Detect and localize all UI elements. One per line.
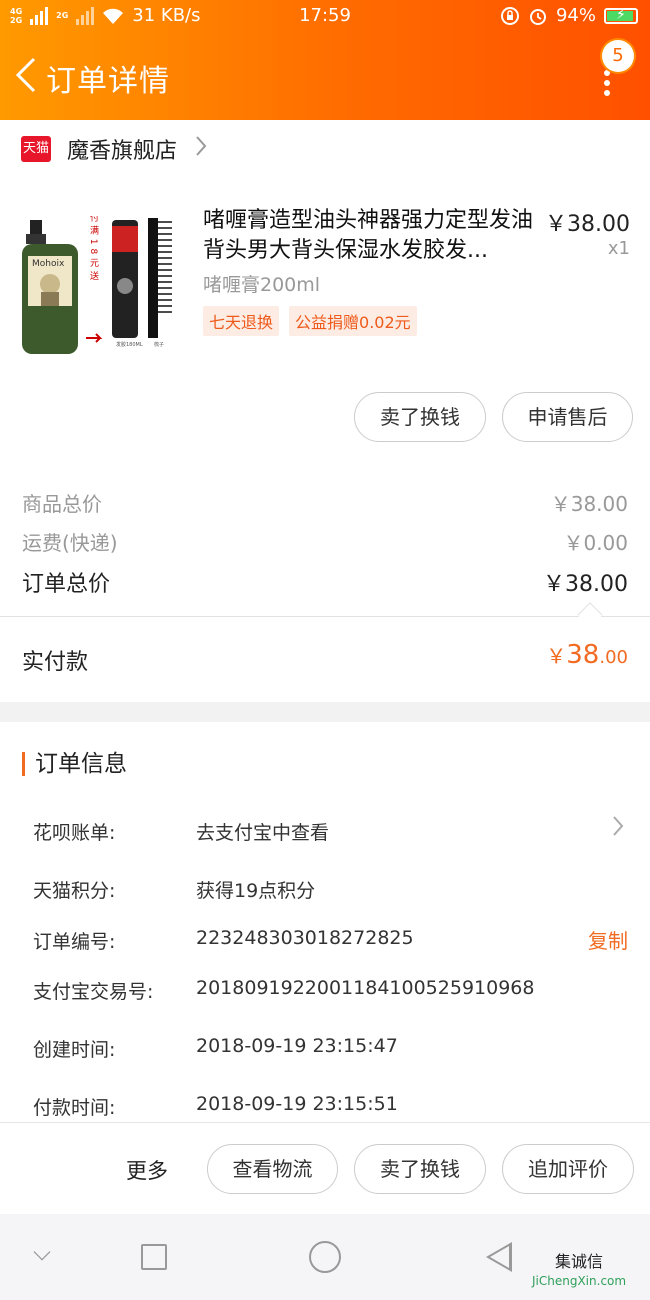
svg-text:实付满18元送: 实付满18元送 — [88, 216, 99, 284]
service-tags: 七天退换 公益捐赠0.02元 — [203, 306, 417, 336]
goods-total-label: 商品总价 — [22, 492, 102, 516]
order-number-label: 订单编号: — [33, 931, 116, 953]
huabei-label: 花呗账单: — [33, 822, 116, 844]
order-total-value: ￥38.00 — [543, 572, 628, 597]
paid-time-label: 付款时间: — [33, 1097, 116, 1119]
order-number-value: 223248303018272825 — [196, 927, 414, 949]
recent-apps-icon[interactable] — [141, 1244, 167, 1270]
caret-up-icon — [577, 602, 603, 628]
shop-row[interactable]: 天猫 魔香旗舰店 — [0, 120, 650, 178]
huabei-value[interactable]: 去支付宝中查看 — [196, 818, 329, 845]
bottom-action-bar: 更多 查看物流 卖了换钱 追加评价 — [0, 1122, 650, 1214]
battery-icon: ⚡ — [604, 7, 638, 24]
product-price: ￥38.00 — [545, 212, 630, 237]
divider — [0, 616, 650, 617]
goods-total-value: ￥38.00 — [550, 492, 628, 516]
alarm-icon — [529, 8, 546, 25]
more-menu-icon[interactable] — [600, 70, 614, 96]
hide-nav-icon[interactable] — [33, 1243, 51, 1261]
battery-percent: 94% — [555, 5, 596, 26]
status-bar: 4G 2G 2G 31 KB/s 17:59 94% ⚡ — [0, 0, 650, 34]
product-thumbnail[interactable]: Mohoix 实付满18元送 发胶180ML 梳子 — [20, 216, 190, 356]
chevron-right-icon[interactable] — [612, 814, 624, 844]
tmall-icon: 天猫 — [21, 136, 51, 162]
order-total-label: 订单总价 — [22, 572, 111, 597]
promo-label: 实付满18元送 — [88, 216, 99, 284]
created-time-value: 2018-09-19 23:15:47 — [196, 1035, 398, 1057]
logistics-button[interactable]: 查看物流 — [207, 1144, 338, 1194]
product-sku: 啫喱膏200ml — [203, 274, 321, 296]
app-header: 4G 2G 2G 31 KB/s 17:59 94% ⚡ 订单详情 5 — [0, 0, 650, 120]
created-time-label: 创建时间: — [33, 1039, 116, 1061]
points-label: 天猫积分: — [33, 880, 116, 902]
return-tag: 七天退换 — [203, 306, 280, 336]
paid-amount: ￥38.00 — [546, 640, 628, 670]
status-right: 94% ⚡ — [500, 5, 638, 26]
chevron-right-icon — [195, 134, 207, 164]
page-title: 订单详情 — [46, 64, 170, 99]
shop-name[interactable]: 魔香旗舰店 — [67, 133, 177, 165]
product-qty: x1 — [607, 238, 630, 259]
sell-button-bottom[interactable]: 卖了换钱 — [354, 1144, 486, 1194]
alipay-trade-label: 支付宝交易号: — [33, 981, 154, 1003]
message-badge[interactable]: 5 — [602, 40, 634, 72]
order-info-heading: 订单信息 — [22, 752, 127, 776]
back-arrow-icon[interactable] — [14, 56, 38, 100]
alipay-trade-value: 2018091922001184100525910968 — [196, 977, 535, 999]
paid-label: 实付款 — [22, 650, 89, 675]
review-button[interactable]: 追加评价 — [502, 1144, 634, 1194]
product-title[interactable]: 啫喱膏造型油头神器强力定型发油背头男大背头保湿水发胶发... — [203, 206, 533, 266]
order-card: 天猫 魔香旗舰店 Mohoix 实付满18元送 发胶180ML 梳子 啫喱膏造型… — [0, 120, 650, 702]
comb-label: 梳子 — [154, 341, 164, 348]
shipping-value: ￥0.00 — [563, 531, 628, 555]
rotation-lock-icon — [500, 6, 519, 25]
brand-label: Mohoix — [32, 259, 65, 269]
points-value: 获得19点积分 — [196, 880, 316, 902]
copy-button[interactable]: 复制 — [588, 925, 628, 954]
watermark-text: 集诚信 — [555, 1252, 604, 1271]
after-sale-button[interactable]: 申请售后 — [502, 392, 633, 442]
watermark-url: JiChengXin.com — [532, 1274, 627, 1288]
more-button[interactable]: 更多 — [126, 1155, 168, 1185]
shipping-label: 运费(快递) — [22, 531, 118, 555]
order-info-section: 订单信息 花呗账单: 去支付宝中查看 天猫积分: 获得19点积分 订单编号: 2… — [0, 722, 650, 1122]
sell-button[interactable]: 卖了换钱 — [354, 392, 486, 442]
watermark-logo: 集诚信 JiChengXin.com — [532, 1248, 626, 1288]
back-icon[interactable] — [486, 1242, 512, 1272]
charity-tag: 公益捐赠0.02元 — [289, 306, 417, 336]
spray-label: 发胶180ML — [116, 341, 143, 348]
home-icon[interactable] — [309, 1241, 341, 1273]
paid-time-value: 2018-09-19 23:15:51 — [196, 1093, 398, 1115]
